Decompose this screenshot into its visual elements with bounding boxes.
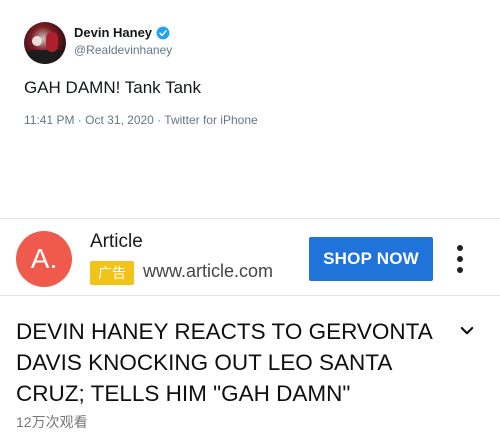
ad-badge: 广告 <box>90 261 134 285</box>
tweet-text: GAH DAMN! Tank Tank <box>24 78 201 97</box>
verified-badge-icon <box>156 26 170 39</box>
chevron-down-icon[interactable] <box>458 322 476 340</box>
ad-url[interactable]: www.article.com <box>143 261 273 282</box>
kebab-menu-icon[interactable] <box>452 243 468 275</box>
ad-banner[interactable]: A. Article 广告 www.article.com SHOP NOW <box>0 218 500 296</box>
ad-logo[interactable]: A. <box>16 231 72 287</box>
embedded-tweet: Devin Haney @Realdevinhaney GAH DAMN! Ta… <box>0 0 500 218</box>
ad-title[interactable]: Article <box>90 231 143 253</box>
tweet-display-name[interactable]: Devin Haney <box>74 25 152 40</box>
video-title: DEVIN HANEY REACTS TO GERVONTA DAVIS KNO… <box>16 319 432 406</box>
tweet-meta: 11:41 PM · Oct 31, 2020 · Twitter for iP… <box>24 113 258 127</box>
shop-now-button[interactable]: SHOP NOW <box>309 237 433 281</box>
avatar[interactable] <box>24 22 66 64</box>
tweet-author[interactable]: Devin Haney <box>74 25 170 40</box>
view-count: 12万次观看 <box>16 414 88 430</box>
tweet-handle[interactable]: @Realdevinhaney <box>74 43 172 57</box>
